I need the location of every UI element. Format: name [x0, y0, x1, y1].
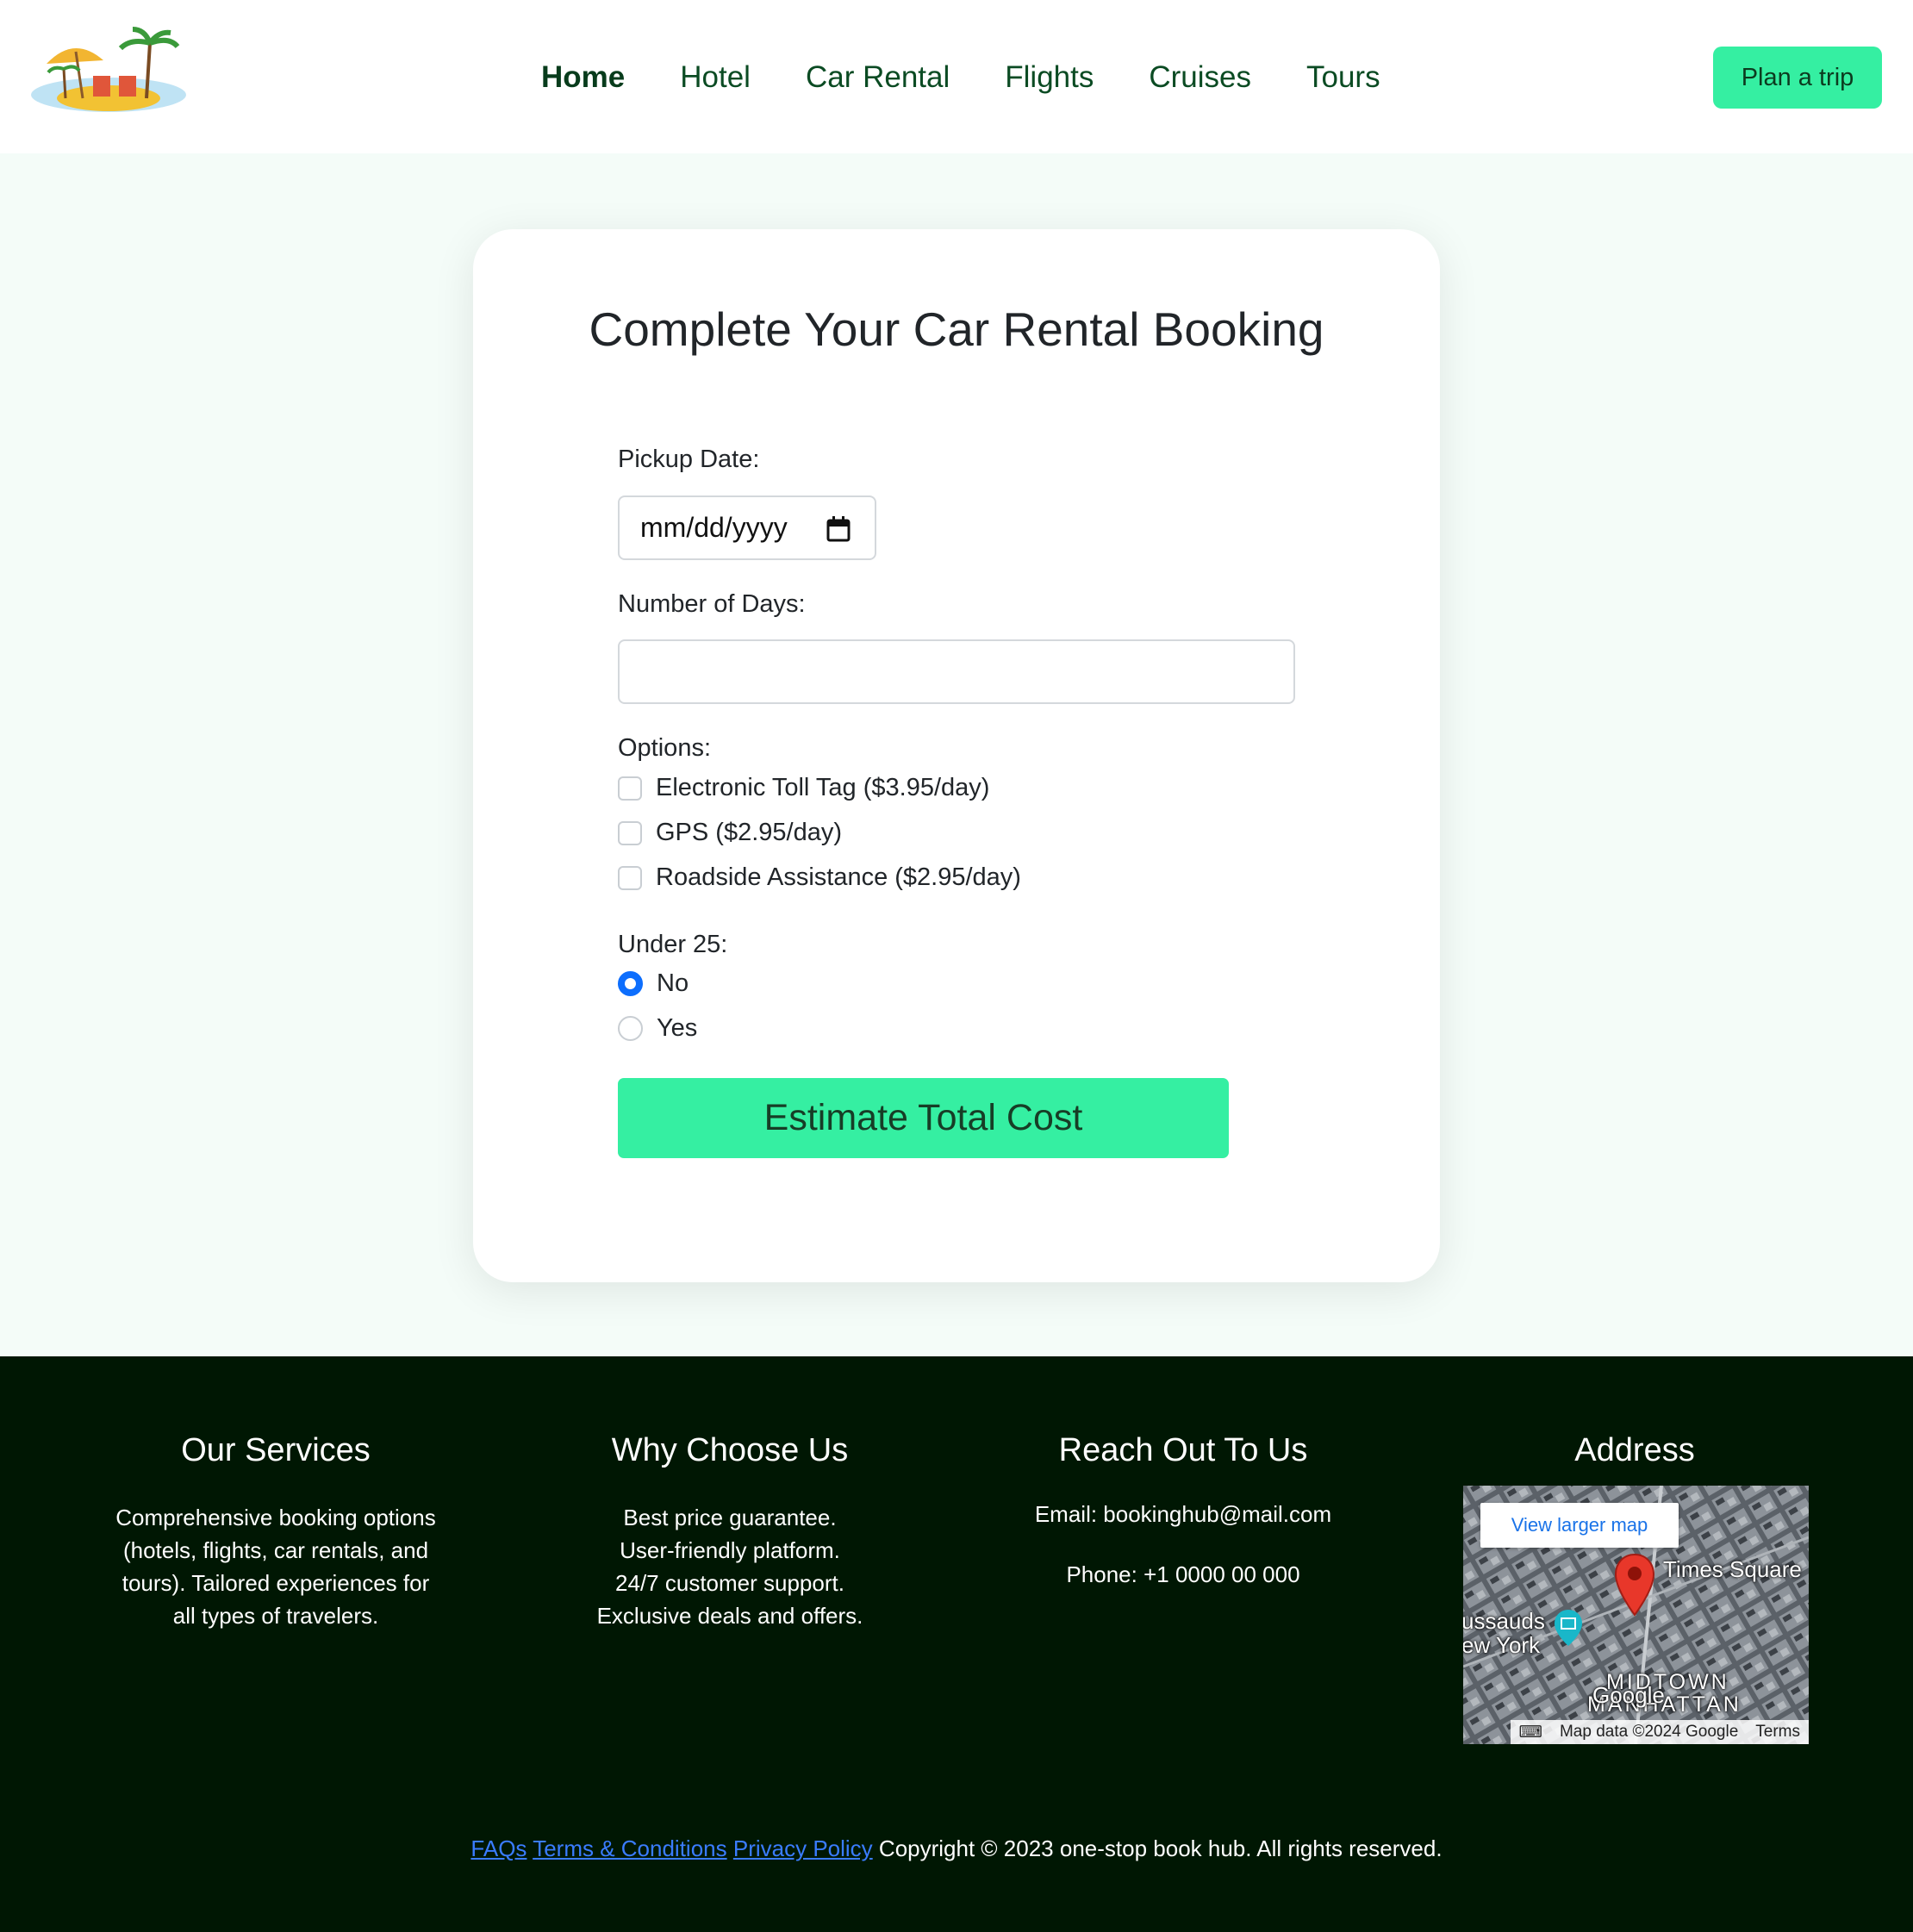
footer-bottom-line: FAQs Terms & Conditions Privacy Policy C… — [0, 1835, 1913, 1862]
privacy-link[interactable]: Privacy Policy — [733, 1835, 873, 1861]
services-title: Our Services — [181, 1432, 371, 1468]
gps-label: GPS ($2.95/day) — [656, 819, 842, 846]
nav-flights-link[interactable]: Flights — [1005, 53, 1094, 102]
toll-tag-label: Electronic Toll Tag ($3.95/day) — [656, 774, 990, 801]
under25-no-radio[interactable] — [618, 971, 643, 996]
main-nav: Home Hotel Car Rental Flights Cruises To… — [541, 53, 1436, 102]
options-label: Options: — [618, 734, 711, 762]
why-line: Best price guarantee. — [623, 1505, 837, 1530]
services-column: Our Services Comprehensive booking optio… — [103, 1429, 448, 1632]
why-line: User-friendly platform. — [620, 1537, 840, 1563]
google-logo: Google — [1592, 1682, 1665, 1708]
beach-logo-icon[interactable] — [29, 26, 190, 117]
why-line: Exclusive deals and offers. — [596, 1603, 863, 1629]
nav-hotel-link[interactable]: Hotel — [680, 53, 751, 102]
under25-no-option[interactable]: No — [618, 969, 689, 998]
date-placeholder: mm/dd/yyyy — [640, 512, 788, 543]
booking-title: Complete Your Car Rental Booking — [589, 302, 1324, 356]
days-label: Number of Days: — [618, 590, 806, 618]
reach-column: Reach Out To Us Email: bookinghub@mail.c… — [1011, 1429, 1355, 1591]
view-larger-map-button[interactable]: View larger map — [1480, 1503, 1679, 1548]
site-header: Home Hotel Car Rental Flights Cruises To… — [0, 0, 1913, 153]
reach-title: Reach Out To Us — [1058, 1432, 1308, 1468]
faqs-link[interactable]: FAQs — [470, 1835, 527, 1861]
under25-no-label: No — [657, 969, 689, 997]
why-title: Why Choose Us — [611, 1432, 849, 1468]
map-label-new-york: ew York — [1463, 1632, 1541, 1658]
museum-marker-icon — [1555, 1610, 1582, 1646]
map-label-tussauds: ussauds — [1463, 1608, 1545, 1634]
option-toll-tag[interactable]: Electronic Toll Tag ($3.95/day) — [618, 774, 989, 802]
address-title: Address — [1574, 1432, 1695, 1468]
map-terms-link[interactable]: Terms — [1747, 1723, 1809, 1742]
nav-home-link[interactable]: Home — [541, 53, 625, 102]
services-text: Comprehensive booking options (hotels, f… — [103, 1501, 448, 1632]
option-roadside[interactable]: Roadside Assistance ($2.95/day) — [618, 863, 1021, 892]
nav-car-rental-link[interactable]: Car Rental — [806, 53, 950, 102]
map-label-times-square: Times Square — [1663, 1556, 1802, 1582]
services-line: Comprehensive booking options — [115, 1505, 436, 1530]
keyboard-icon[interactable]: ⌨ — [1511, 1723, 1551, 1742]
map-pin-icon[interactable] — [1613, 1553, 1656, 1617]
under25-yes-label: Yes — [657, 1014, 698, 1042]
plan-trip-button[interactable]: Plan a trip — [1713, 47, 1882, 109]
contact-email: Email: bookinghub@mail.com — [1034, 1501, 1332, 1527]
nav-cruises-link[interactable]: Cruises — [1149, 53, 1251, 102]
gps-checkbox[interactable] — [618, 820, 642, 845]
address-column: Address — [1462, 1429, 1807, 1472]
estimate-cost-button[interactable]: Estimate Total Cost — [618, 1078, 1229, 1158]
why-text: Best price guarantee. User-friendly plat… — [558, 1501, 902, 1632]
roadside-checkbox[interactable] — [618, 865, 642, 890]
copyright-text: Copyright © 2023 one-stop book hub. All … — [878, 1835, 1443, 1861]
under25-yes-radio[interactable] — [618, 1016, 643, 1041]
map-data-text: Map data ©2024 Google — [1559, 1723, 1739, 1741]
terms-link[interactable]: Terms & Conditions — [533, 1835, 726, 1861]
under25-label: Under 25: — [618, 931, 728, 958]
services-line: (hotels, flights, car rentals, and — [122, 1537, 429, 1563]
site-footer: Our Services Comprehensive booking optio… — [0, 1356, 1913, 1932]
services-line: tours). Tailored experiences for — [122, 1570, 430, 1596]
toll-tag-checkbox[interactable] — [618, 776, 642, 801]
calendar-icon[interactable] — [826, 516, 851, 542]
map-attribution-bar: ⌨ Map data ©2024 Google Terms — [1510, 1720, 1809, 1744]
why-line: 24/7 customer support. — [615, 1570, 844, 1596]
nav-tours-link[interactable]: Tours — [1306, 53, 1380, 102]
services-line: all types of travelers. — [172, 1603, 379, 1629]
contact-phone: Phone: +1 0000 00 000 — [1066, 1561, 1300, 1587]
embedded-map[interactable]: View larger map Times Square ussauds ew … — [1463, 1486, 1809, 1744]
under25-yes-option[interactable]: Yes — [618, 1014, 697, 1043]
option-gps[interactable]: GPS ($2.95/day) — [618, 819, 842, 847]
roadside-label: Roadside Assistance ($2.95/day) — [656, 863, 1021, 891]
why-column: Why Choose Us Best price guarantee. User… — [558, 1429, 902, 1632]
pickup-date-label: Pickup Date: — [618, 446, 760, 473]
pickup-date-input[interactable]: mm/dd/yyyy — [618, 495, 876, 560]
days-input[interactable] — [618, 639, 1295, 704]
